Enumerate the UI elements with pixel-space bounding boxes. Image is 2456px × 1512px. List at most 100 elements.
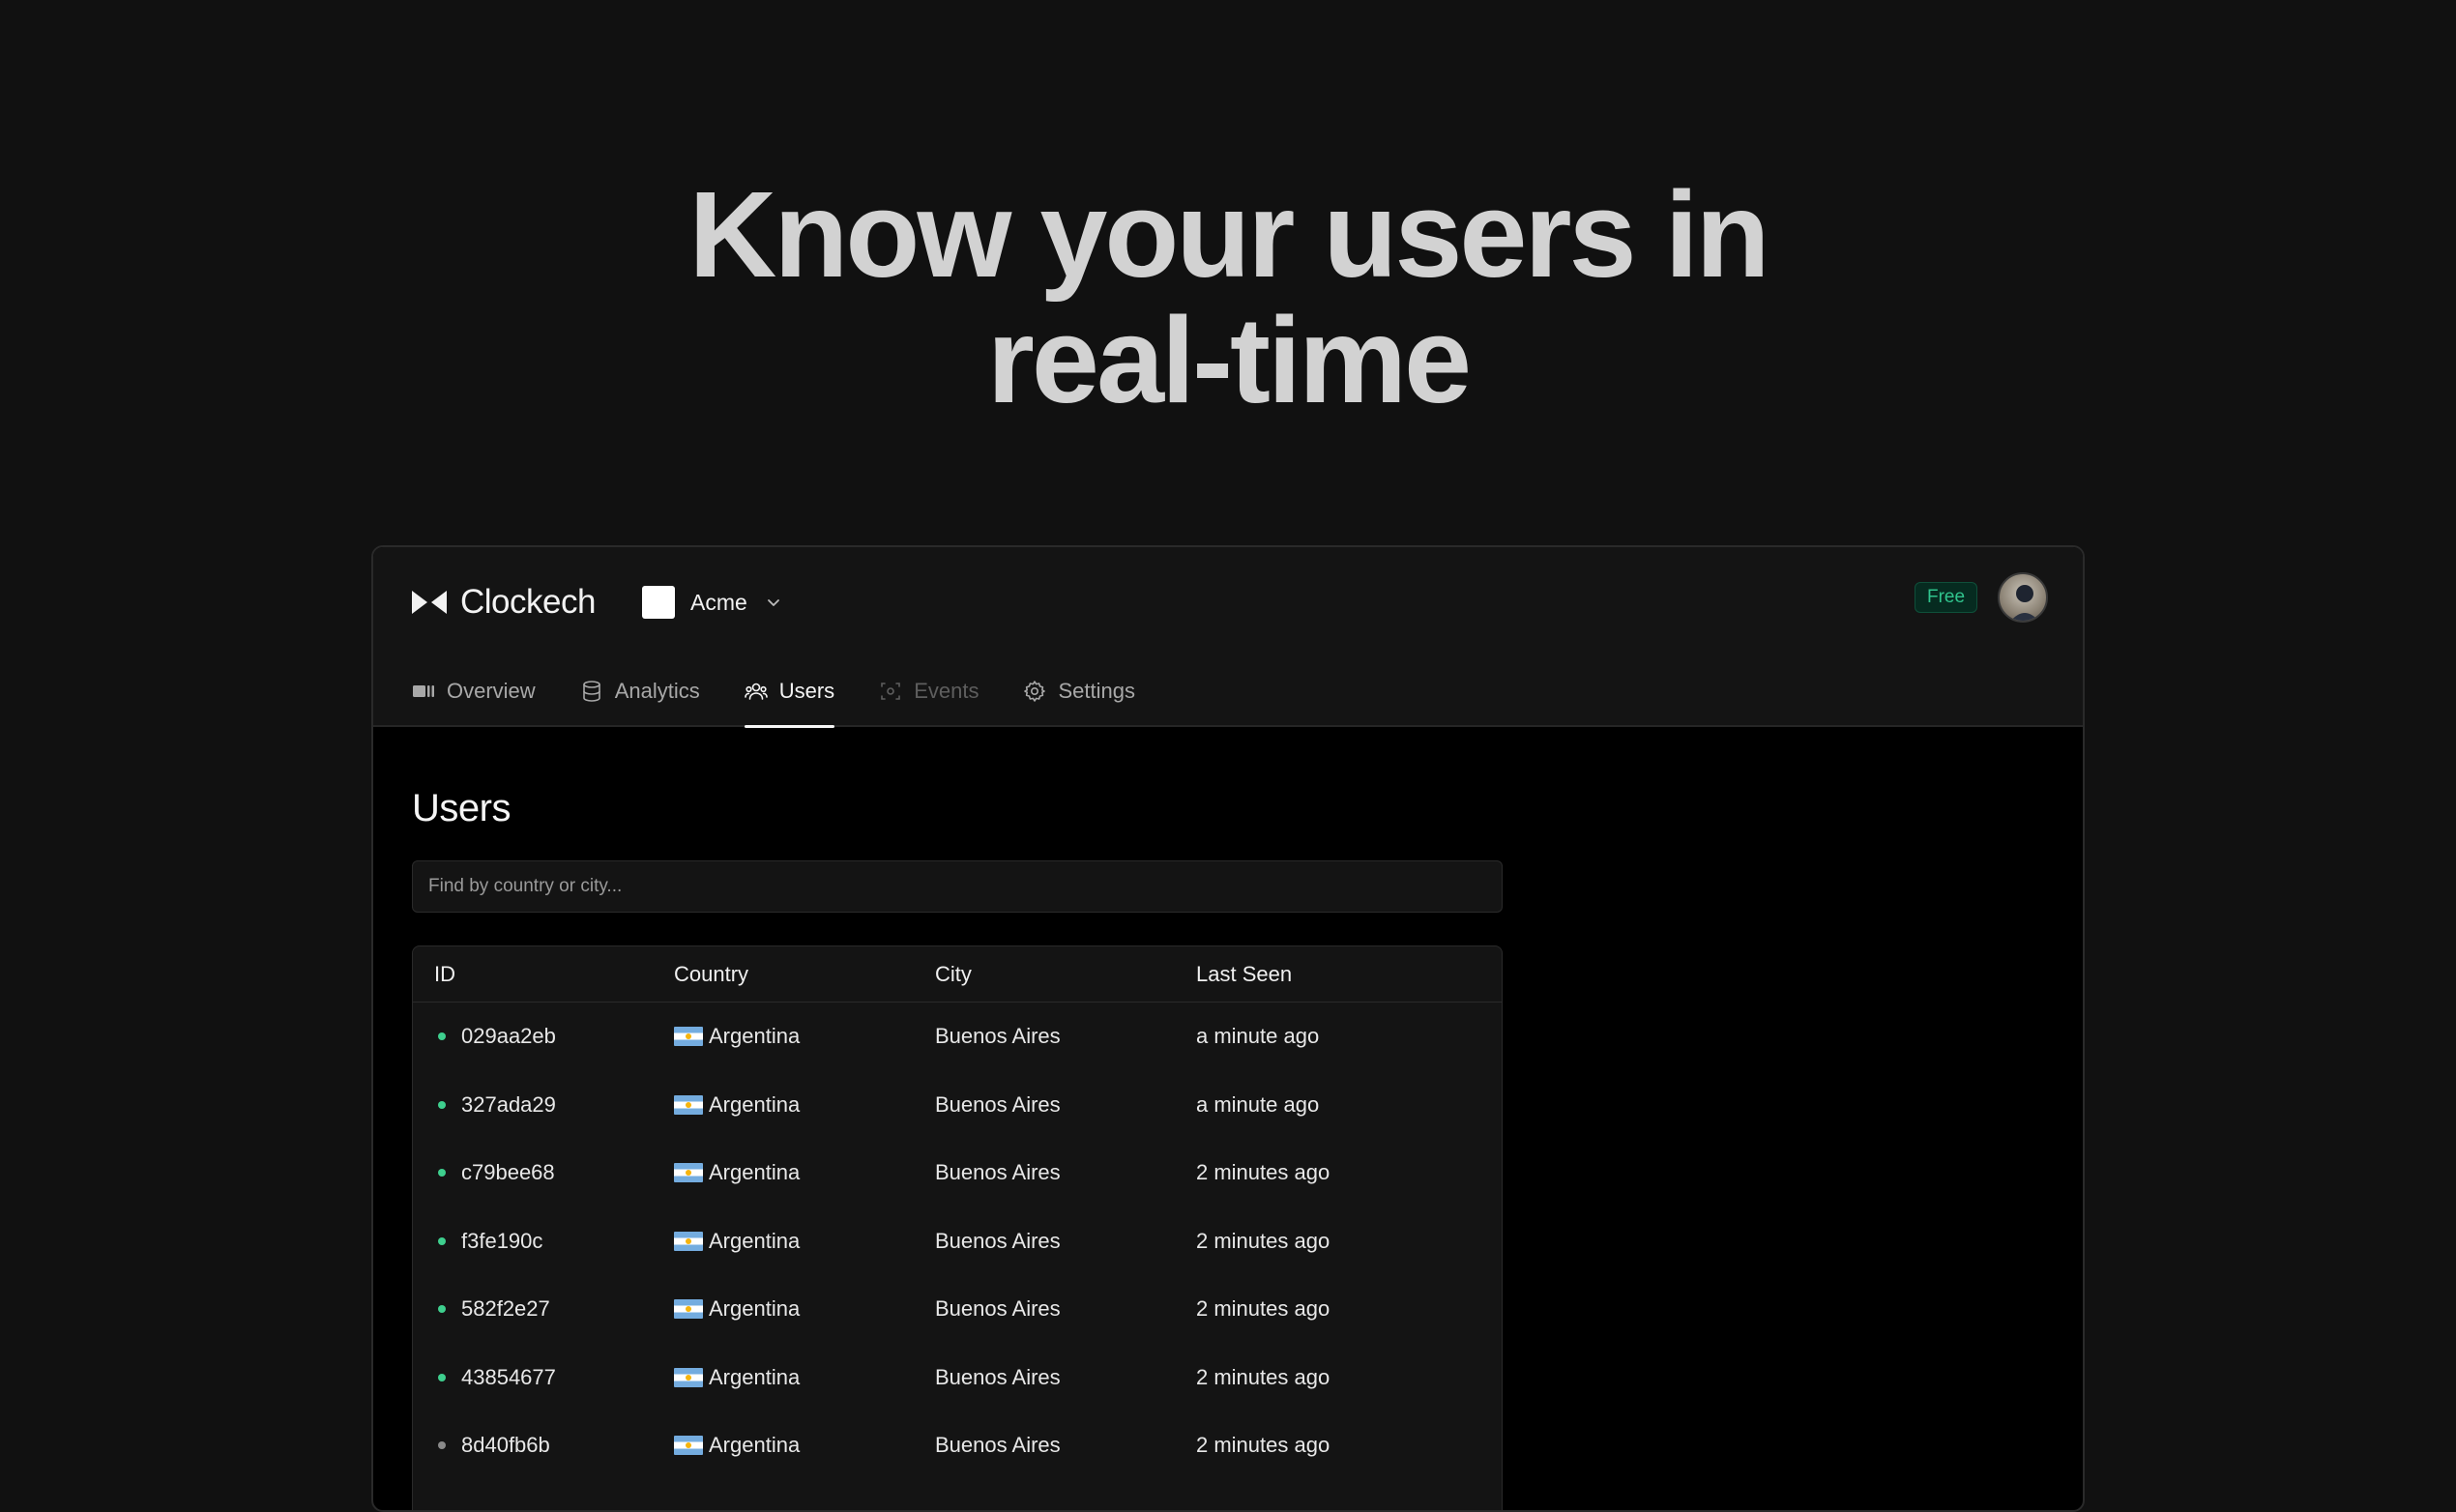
user-id: 8d40fb6b — [461, 1433, 550, 1458]
overview-icon — [413, 685, 434, 697]
hero-heading: Know your users in real-time — [0, 172, 2456, 423]
page-title: Users — [412, 787, 511, 829]
tab-label: Events — [914, 679, 979, 703]
plan-badge: Free — [1915, 582, 1978, 613]
team-name: Acme — [690, 589, 747, 615]
user-id: f3fe190c — [461, 1228, 543, 1253]
cell-country: Argentina — [674, 1433, 935, 1458]
cell-city: Buenos Aires — [935, 1091, 1061, 1117]
search-input[interactable] — [412, 860, 1503, 913]
app-window: Clockech Acme Free Overview Analytics Us… — [371, 545, 2085, 1512]
tab-users[interactable]: Users — [744, 655, 835, 728]
argentina-flag-icon — [674, 1299, 703, 1320]
cell-city: Buenos Aires — [935, 1296, 1061, 1322]
user-id: c79bee68 — [461, 1160, 555, 1185]
cell-city: Buenos Aires — [935, 1364, 1061, 1389]
cell-id: 43854677 — [413, 1365, 674, 1390]
cell-last-seen: 2 minutes ago — [1196, 1228, 1330, 1253]
bowtie-logo-icon — [412, 591, 447, 614]
country-name: Argentina — [709, 1296, 801, 1322]
gear-icon — [1024, 681, 1046, 702]
country-name: Argentina — [709, 1024, 801, 1049]
table-row[interactable]: c79bee68 Argentina Buenos Aires 2 minutes a… — [413, 1139, 1502, 1207]
table-row[interactable]: f3fe190c Argentina Buenos Aires 2 minutes a… — [413, 1207, 1502, 1276]
cell-country: Argentina — [674, 1229, 935, 1254]
cell-city: Buenos Aires — [935, 1228, 1061, 1253]
user-id: 582f2e27 — [461, 1296, 550, 1322]
events-icon — [881, 683, 900, 700]
brand-name: Clockech — [460, 583, 596, 621]
hero-line-2: real-time — [986, 292, 1472, 428]
main-tabs: Overview Analytics Users Events Settings — [412, 655, 1180, 728]
tab-label: Analytics — [614, 679, 700, 703]
cell-country: Argentina — [674, 1160, 935, 1185]
cell-city: Buenos Aires — [935, 1433, 1061, 1458]
status-dot-icon — [438, 1032, 446, 1041]
chevron-down-icon — [767, 599, 779, 606]
team-avatar — [642, 586, 675, 619]
tab-events[interactable]: Events — [879, 655, 979, 727]
user-id: 327ada29 — [461, 1091, 556, 1117]
cell-id: c79bee68 — [413, 1160, 674, 1185]
cell-city: Buenos Aires — [935, 1024, 1061, 1049]
status-dot-icon — [438, 1169, 446, 1178]
cell-id: 327ada29 — [413, 1092, 674, 1118]
status-dot-icon — [438, 1100, 446, 1109]
users-icon — [744, 683, 768, 700]
status-dot-icon — [438, 1305, 446, 1314]
user-avatar[interactable] — [1998, 572, 2048, 623]
app-header: Clockech Acme Free Overview Analytics Us… — [373, 547, 2083, 728]
user-id: 43854677 — [461, 1364, 556, 1389]
cell-city: Buenos Aires — [935, 1160, 1061, 1185]
hero-line-1: Know your users in — [688, 166, 1769, 303]
country-name: Argentina — [709, 1091, 801, 1117]
table-body: 029aa2eb Argentina Buenos Aires a minute ag… — [413, 1003, 1502, 1480]
argentina-flag-icon — [674, 1027, 703, 1047]
argentina-flag-icon — [674, 1094, 703, 1115]
cell-id: 029aa2eb — [413, 1024, 674, 1049]
column-header-country[interactable]: Country — [674, 962, 935, 987]
users-table: ID Country City Last Seen 029aa2eb Argent… — [412, 945, 1503, 1510]
country-name: Argentina — [709, 1364, 801, 1389]
country-name: Argentina — [709, 1433, 801, 1458]
cell-last-seen: a minute ago — [1196, 1091, 1320, 1117]
table-header: ID Country City Last Seen — [413, 946, 1502, 1003]
tab-overview[interactable]: Overview — [412, 655, 536, 727]
argentina-flag-icon — [674, 1367, 703, 1387]
column-header-id[interactable]: ID — [413, 962, 674, 987]
cell-country: Argentina — [674, 1296, 935, 1322]
status-dot-icon — [438, 1236, 446, 1245]
country-name: Argentina — [709, 1228, 801, 1253]
brand[interactable]: Clockech — [412, 578, 596, 626]
argentina-flag-icon — [674, 1436, 703, 1456]
avatar-person-icon — [2010, 585, 2039, 621]
tab-analytics[interactable]: Analytics — [580, 655, 700, 727]
table-row[interactable]: 43854677 Argentina Buenos Aires 2 minutes a… — [413, 1344, 1502, 1412]
table-row[interactable]: 029aa2eb Argentina Buenos Aires a minute ag… — [413, 1003, 1502, 1071]
cell-last-seen: 2 minutes ago — [1196, 1433, 1330, 1458]
cell-id: 8d40fb6b — [413, 1433, 674, 1458]
cell-country: Argentina — [674, 1092, 935, 1118]
cell-last-seen: a minute ago — [1196, 1024, 1320, 1049]
argentina-flag-icon — [674, 1163, 703, 1183]
cell-last-seen: 2 minutes ago — [1196, 1364, 1330, 1389]
user-id: 029aa2eb — [461, 1024, 556, 1049]
database-icon — [582, 681, 600, 702]
team-switcher[interactable]: Acme — [642, 578, 782, 626]
tab-settings[interactable]: Settings — [1023, 655, 1135, 727]
table-row[interactable]: 327ada29 Argentina Buenos Aires a minute ag… — [413, 1071, 1502, 1140]
column-header-city[interactable]: City — [935, 962, 1196, 987]
argentina-flag-icon — [674, 1231, 703, 1251]
tab-label: Overview — [447, 679, 536, 703]
cell-id: 582f2e27 — [413, 1296, 674, 1322]
cell-id: f3fe190c — [413, 1229, 674, 1254]
cell-country: Argentina — [674, 1024, 935, 1049]
table-row[interactable]: 582f2e27 Argentina Buenos Aires 2 minutes a… — [413, 1275, 1502, 1344]
country-name: Argentina — [709, 1160, 801, 1185]
tab-label: Users — [778, 679, 835, 703]
cell-last-seen: 2 minutes ago — [1196, 1160, 1330, 1185]
column-header-last-seen[interactable]: Last Seen — [1196, 962, 1486, 987]
status-dot-icon — [438, 1373, 446, 1381]
tab-label: Settings — [1058, 679, 1135, 703]
cell-country: Argentina — [674, 1365, 935, 1390]
